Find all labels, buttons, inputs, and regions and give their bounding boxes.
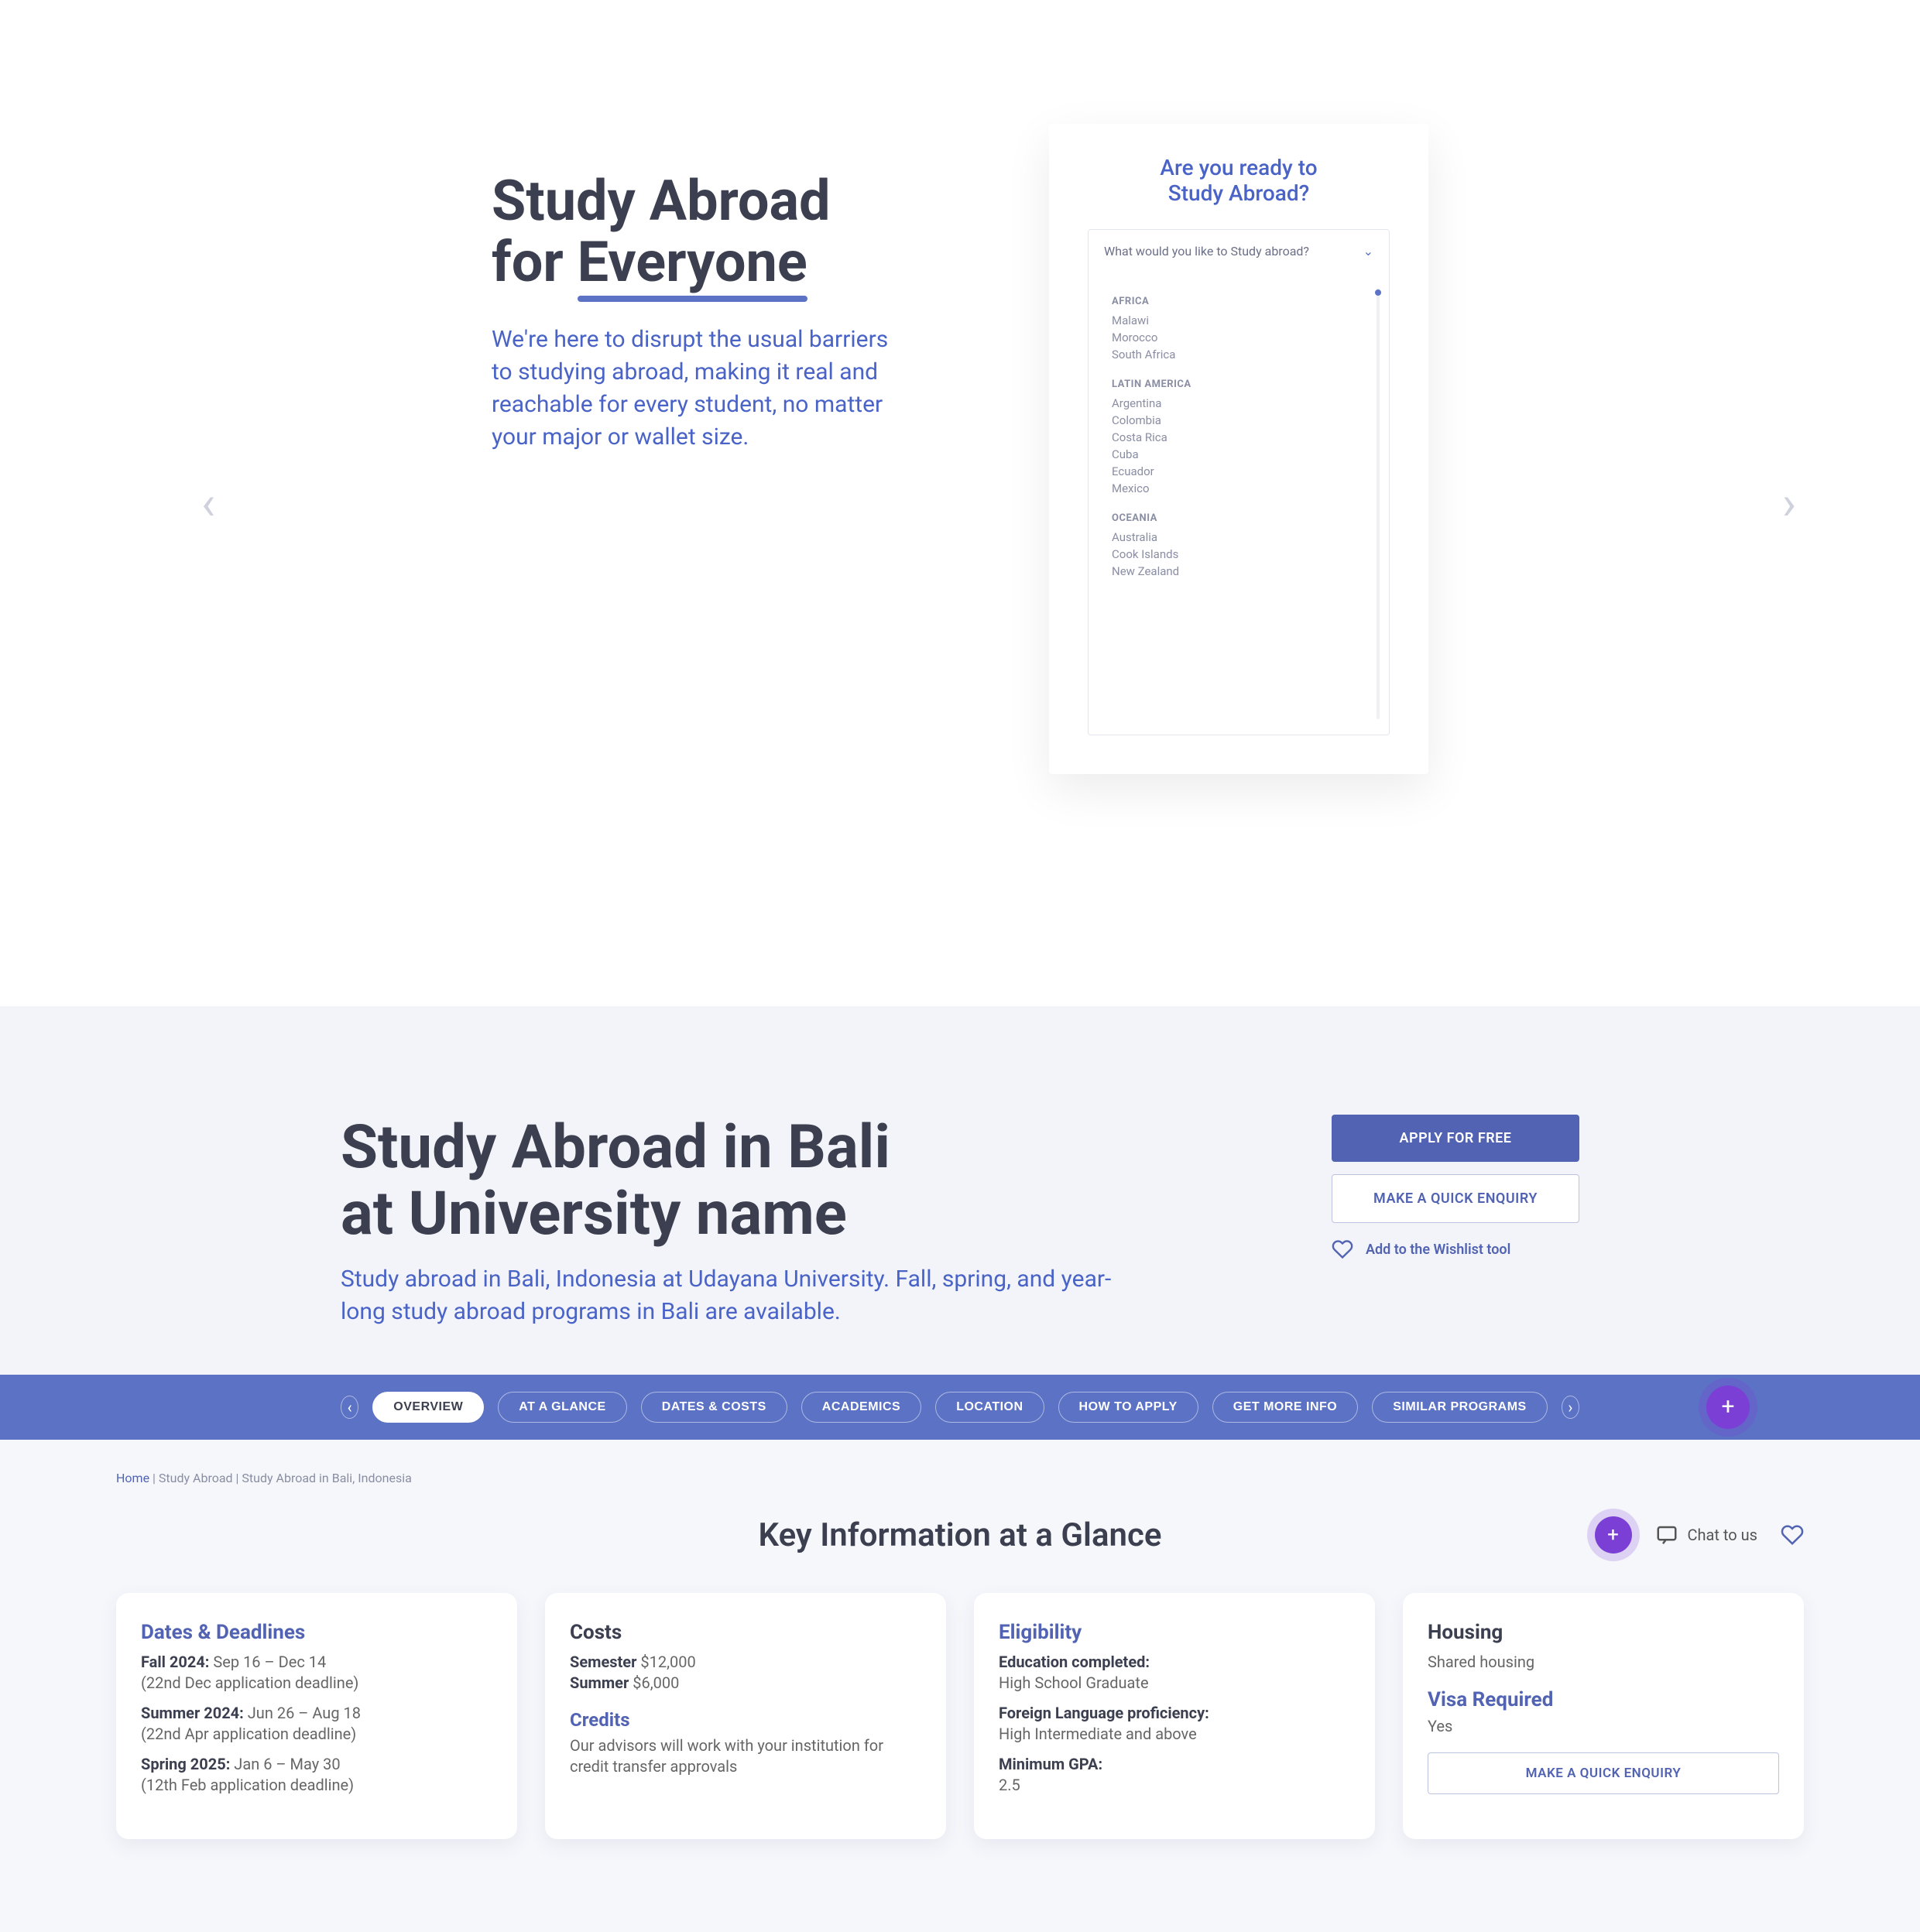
region-title: AFRICA (1112, 296, 1366, 307)
heart-icon-2[interactable] (1781, 1523, 1804, 1547)
hero-title-line1: Study Abroad (492, 168, 831, 234)
date-row: Summer 2024: Jun 26 – Aug 18(22nd Apr ap… (141, 1703, 492, 1745)
tab-how-to-apply[interactable]: HOW TO APPLY (1058, 1392, 1198, 1423)
glance-title: Key Information at a Glance (759, 1516, 1162, 1554)
card-elig-title: Eligibility (999, 1621, 1350, 1644)
dropdown-toggle[interactable]: What would you like to Study abroad? ⌄ (1089, 230, 1389, 272)
chevron-down-icon: ⌄ (1363, 244, 1373, 259)
card-costs: Costs Semester $12,000Summer $6,000 Cred… (545, 1593, 946, 1839)
chat-link[interactable]: Chat to us (1655, 1523, 1757, 1547)
credits-title: Credits (570, 1709, 921, 1731)
wishlist-link[interactable]: Add to the Wishlist tool (1332, 1238, 1579, 1260)
tab-scroll-left[interactable]: ‹ (341, 1396, 358, 1419)
card-eligibility: Eligibility Education completed:High Sch… (974, 1593, 1375, 1839)
hero-title-underlined: Everyone (578, 231, 807, 293)
apply-button[interactable]: APPLY FOR FREE (1332, 1115, 1579, 1162)
dropdown-panel: AFRICA MalawiMoroccoSouth Africa LATIN AME… (1089, 272, 1389, 735)
tab-dates-costs[interactable]: DATES & COSTS (641, 1392, 787, 1423)
program-actions: APPLY FOR FREE MAKE A QUICK ENQUIRY Add … (1332, 1115, 1579, 1260)
breadcrumb-l3: Study Abroad in Bali, Indonesia (242, 1471, 411, 1485)
chat-label: Chat to us (1688, 1526, 1757, 1544)
tab-scroll-right[interactable]: › (1562, 1396, 1579, 1419)
region-group: AFRICA MalawiMoroccoSouth Africa (1112, 296, 1366, 363)
glance-section: Home | Study Abroad | Study Abroad in Ba… (0, 1440, 1920, 1932)
region-item[interactable]: South Africa (1112, 346, 1366, 363)
chat-icon (1655, 1523, 1678, 1547)
visa-title: Visa Required (1428, 1688, 1779, 1711)
tab-get-more-info[interactable]: GET MORE INFO (1212, 1392, 1359, 1423)
fab-plus-button-2[interactable]: + (1595, 1516, 1632, 1553)
hero-card: Are you ready to Study Abroad? What woul… (1049, 124, 1428, 774)
hero-card-title: Are you ready to Study Abroad? (1088, 155, 1390, 206)
region-title: OCEANIA (1112, 512, 1366, 524)
visa-value: Yes (1428, 1716, 1779, 1737)
housing-value: Shared housing (1428, 1652, 1779, 1673)
region-item[interactable]: Cook Islands (1112, 546, 1366, 563)
region-group: LATIN AMERICA ArgentinaColombiaCosta Rica… (1112, 379, 1366, 497)
scrollbar-thumb[interactable] (1375, 289, 1381, 296)
date-row: Fall 2024: Sep 16 – Dec 14(22nd Dec appl… (141, 1652, 492, 1694)
region-item[interactable]: Morocco (1112, 329, 1366, 346)
fab-plus-button[interactable]: + (1706, 1386, 1750, 1429)
wishlist-label: Add to the Wishlist tool (1366, 1242, 1510, 1258)
tab-overview[interactable]: OVERVIEW (372, 1392, 484, 1423)
tab-at-a-glance[interactable]: AT A GLANCE (498, 1392, 626, 1423)
card-costs-title: Costs (570, 1621, 921, 1644)
carousel-next-arrow[interactable]: › (1782, 476, 1796, 531)
region-title: LATIN AMERICA (1112, 379, 1366, 390)
scrollbar[interactable] (1377, 288, 1380, 719)
region-item[interactable]: Mexico (1112, 480, 1366, 497)
hero-title: Study Abroad for Everyone (492, 170, 910, 293)
tab-academics[interactable]: ACADEMICS (801, 1392, 921, 1423)
region-item[interactable]: New Zealand (1112, 563, 1366, 580)
dropdown-prompt: What would you like to Study abroad? (1104, 244, 1309, 259)
heart-icon (1332, 1238, 1353, 1260)
card-dates: Dates & Deadlines Fall 2024: Sep 16 – De… (116, 1593, 517, 1839)
tab-bar: ‹ OVERVIEW AT A GLANCE DATES & COSTS ACADEM… (0, 1375, 1920, 1440)
tab-similar-programs[interactable]: SIMILAR PROGRAMS (1372, 1392, 1547, 1423)
tab-location[interactable]: LOCATION (935, 1392, 1044, 1423)
breadcrumb: Home | Study Abroad | Study Abroad in Ba… (116, 1471, 1804, 1485)
region-item[interactable]: Argentina (1112, 395, 1366, 412)
elig-row: Foreign Language proficiency:High Interm… (999, 1703, 1350, 1745)
date-row: Spring 2025: Jan 6 – May 30(12th Feb app… (141, 1754, 492, 1796)
card-dates-title: Dates & Deadlines (141, 1621, 492, 1644)
hero-title-line2-prefix: for (492, 229, 578, 295)
region-item[interactable]: Cuba (1112, 446, 1366, 463)
credits-text: Our advisors will work with your institu… (570, 1735, 921, 1777)
elig-row: Minimum GPA:2.5 (999, 1754, 1350, 1796)
cost-row: Summer $6,000 (570, 1673, 921, 1694)
hero-subtitle: We're here to disrupt the usual barriers… (492, 324, 910, 454)
carousel-prev-arrow[interactable]: ‹ (201, 476, 215, 531)
region-item[interactable]: Ecuador (1112, 463, 1366, 480)
region-group: OCEANIA AustraliaCook IslandsNew Zealand (1112, 512, 1366, 580)
hero-section: ‹ › Study Abroad for Everyone We're here… (0, 0, 1920, 1006)
card-enquiry-button[interactable]: MAKE A QUICK ENQUIRY (1428, 1752, 1779, 1794)
card-housing: Housing Shared housing Visa Required Yes… (1403, 1593, 1804, 1839)
region-item[interactable]: Malawi (1112, 312, 1366, 329)
hero-text-block: Study Abroad for Everyone We're here to … (492, 170, 910, 454)
region-item[interactable]: Colombia (1112, 412, 1366, 429)
elig-row: Education completed:High School Graduate (999, 1652, 1350, 1694)
breadcrumb-l2: Study Abroad (159, 1471, 233, 1485)
enquiry-button[interactable]: MAKE A QUICK ENQUIRY (1332, 1174, 1579, 1223)
cost-row: Semester $12,000 (570, 1652, 921, 1673)
program-header-section: Study Abroad in Bali at University name … (0, 1006, 1920, 1440)
program-title: Study Abroad in Bali at University name (341, 1115, 1154, 1248)
breadcrumb-home[interactable]: Home (116, 1471, 149, 1485)
program-title-block: Study Abroad in Bali at University name … (341, 1115, 1154, 1328)
region-item[interactable]: Australia (1112, 529, 1366, 546)
region-item[interactable]: Costa Rica (1112, 429, 1366, 446)
housing-title: Housing (1428, 1621, 1779, 1644)
destination-dropdown: What would you like to Study abroad? ⌄ A… (1088, 229, 1390, 735)
program-subtitle: Study abroad in Bali, Indonesia at Udaya… (341, 1263, 1154, 1328)
